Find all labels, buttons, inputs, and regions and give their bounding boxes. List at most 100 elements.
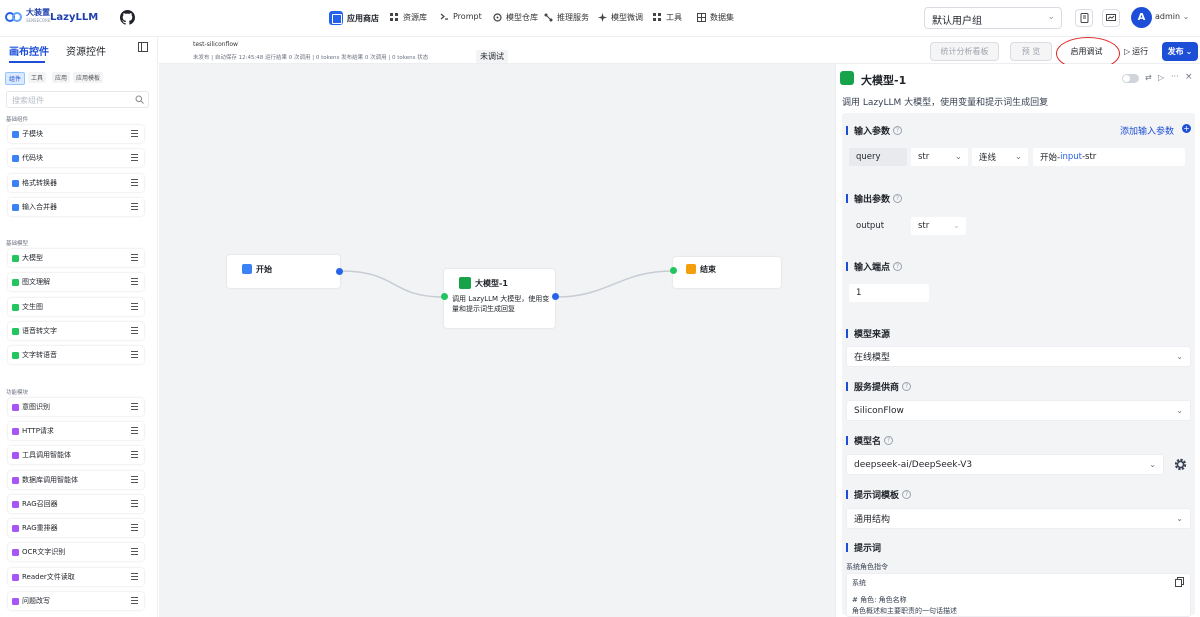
component-item[interactable]: 代码块: [8, 149, 144, 167]
nav-label: 模型微调: [611, 13, 643, 22]
model-name-select[interactable]: deepseek-ai/DeepSeek-V3 ⌄: [846, 454, 1164, 475]
drag-handle-icon[interactable]: [131, 351, 138, 358]
help-icon[interactable]: ?: [902, 490, 912, 499]
component-label: 文字转语音: [22, 351, 57, 359]
chip-components[interactable]: 组件: [5, 72, 26, 85]
run-button[interactable]: ▷ 运行: [1124, 42, 1148, 61]
component-item[interactable]: 文字转语音: [8, 346, 144, 364]
drag-handle-icon[interactable]: [131, 476, 138, 483]
source-node: 开始-: [1040, 153, 1061, 163]
drag-handle-icon[interactable]: [131, 303, 138, 310]
drag-handle-icon[interactable]: [131, 154, 138, 161]
param-source-select[interactable]: 开始-input -str: [1033, 148, 1185, 166]
param-type-select[interactable]: str ⌄: [911, 148, 968, 166]
component-item[interactable]: 语音转文字: [8, 322, 144, 340]
more-icon[interactable]: ···: [1171, 72, 1179, 81]
nav-resources[interactable]: 资源库: [390, 12, 427, 23]
component-item[interactable]: RAG重排器: [8, 519, 144, 537]
output-type-select[interactable]: str ⌄: [911, 217, 966, 235]
help-icon[interactable]: ?: [884, 436, 894, 445]
stats-button[interactable]: 统计分析看板: [930, 42, 999, 61]
drag-handle-icon[interactable]: [131, 427, 138, 434]
drag-handle-icon[interactable]: [131, 500, 138, 507]
help-icon[interactable]: ?: [893, 126, 903, 135]
chip-tools[interactable]: 工具: [28, 72, 47, 83]
node-llm[interactable]: 大模型-1 调用 LazyLLM 大模型，使用变量和提示词生成回复: [444, 269, 555, 328]
node-start[interactable]: 开始: [227, 255, 340, 288]
copy-icon[interactable]: [1175, 577, 1184, 587]
input-port[interactable]: [670, 267, 677, 274]
component-item[interactable]: 子模块: [8, 125, 144, 143]
github-icon[interactable]: [120, 10, 135, 25]
chip-app-templates[interactable]: 应用模板: [73, 72, 104, 83]
help-icon[interactable]: ?: [893, 194, 903, 203]
component-item[interactable]: RAG召回器: [8, 495, 144, 513]
model-source-select[interactable]: 在线模型 ⌄: [846, 346, 1191, 367]
drag-handle-icon[interactable]: [131, 203, 138, 210]
text-to-speech-icon: [12, 351, 19, 359]
preview-button[interactable]: 预 览: [1010, 42, 1052, 61]
usergroup-select[interactable]: 默认用户组 ⌄: [924, 7, 1062, 29]
share-icon[interactable]: ⇄: [1145, 73, 1152, 82]
input-ports-field[interactable]: 1: [849, 284, 929, 302]
tab-canvas-widgets[interactable]: 画布控件: [9, 43, 49, 58]
drag-handle-icon[interactable]: [131, 548, 138, 555]
nav-dataset[interactable]: 数据集: [697, 12, 734, 23]
publish-button[interactable]: 发布 ⌄: [1162, 42, 1198, 61]
component-item[interactable]: 数据库调用智能体: [8, 471, 144, 489]
play-icon[interactable]: ▷: [1158, 73, 1164, 82]
add-input-param-link[interactable]: 添加输入参数: [1120, 124, 1174, 137]
nav-app-store[interactable]: 应用商店: [329, 9, 379, 27]
nav-tools[interactable]: 工具: [653, 12, 682, 23]
output-port[interactable]: [552, 293, 559, 300]
drag-handle-icon[interactable]: [131, 597, 138, 604]
output-port[interactable]: [336, 268, 343, 275]
drag-handle-icon[interactable]: [131, 524, 138, 531]
component-item[interactable]: 文生图: [8, 298, 144, 316]
component-item[interactable]: 问题改写: [8, 592, 144, 610]
drag-handle-icon[interactable]: [131, 573, 138, 580]
collapse-icon[interactable]: [138, 42, 148, 52]
component-item[interactable]: 格式转换器: [8, 174, 144, 192]
drag-handle-icon[interactable]: [131, 179, 138, 186]
param-mode-select[interactable]: 连线 ⌄: [972, 148, 1028, 166]
drag-handle-icon[interactable]: [131, 327, 138, 334]
component-item[interactable]: 工具调用智能体: [8, 446, 144, 464]
component-item[interactable]: 意图识别: [8, 398, 144, 416]
help-icon[interactable]: ?: [893, 262, 903, 271]
component-item[interactable]: HTTP请求: [8, 422, 144, 440]
component-item[interactable]: Reader文件读取: [8, 568, 144, 586]
nav-prompt[interactable]: Prompt: [440, 12, 482, 21]
enable-toggle[interactable]: [1122, 74, 1139, 83]
drag-handle-icon[interactable]: [131, 451, 138, 458]
nav-finetune[interactable]: 模型微调: [598, 12, 643, 23]
system-prompt-editor[interactable]: 系统 # 角色: 角色名称 角色概述和主要职责的一句话描述: [846, 573, 1191, 617]
param-name-field[interactable]: query: [849, 148, 907, 166]
component-item[interactable]: 输入合并器: [8, 198, 144, 216]
component-search-input[interactable]: 搜索组件: [6, 91, 149, 108]
chip-apps[interactable]: 应用: [52, 72, 71, 83]
user-menu[interactable]: admin ⌄: [1155, 12, 1189, 21]
input-port[interactable]: [441, 293, 448, 300]
prompt-template-select[interactable]: 通用结构 ⌄: [846, 508, 1191, 529]
drag-handle-icon[interactable]: [131, 403, 138, 410]
provider-select[interactable]: SiliconFlow ⌄: [846, 400, 1191, 421]
drag-handle-icon[interactable]: [131, 130, 138, 137]
monitor-button[interactable]: [1102, 9, 1120, 27]
node-end[interactable]: 结束: [673, 257, 781, 288]
nav-model-repo[interactable]: 模型仓库: [493, 12, 538, 23]
tab-resource-widgets[interactable]: 资源控件: [66, 43, 106, 58]
drag-handle-icon[interactable]: [131, 278, 138, 285]
drag-handle-icon[interactable]: [131, 254, 138, 261]
help-icon[interactable]: ?: [902, 382, 912, 391]
product-name: LazyLLM: [50, 12, 99, 23]
add-icon[interactable]: +: [1182, 124, 1191, 133]
component-item[interactable]: 大模型: [8, 249, 144, 267]
component-item[interactable]: 图文理解: [8, 273, 144, 291]
doc-button[interactable]: [1075, 9, 1093, 27]
nav-inference[interactable]: 推理服务: [544, 12, 589, 23]
close-icon[interactable]: ×: [1185, 72, 1193, 82]
component-item[interactable]: OCR文字识别: [8, 543, 144, 561]
settings-gear-icon[interactable]: [1174, 458, 1187, 471]
avatar[interactable]: A: [1131, 7, 1152, 28]
